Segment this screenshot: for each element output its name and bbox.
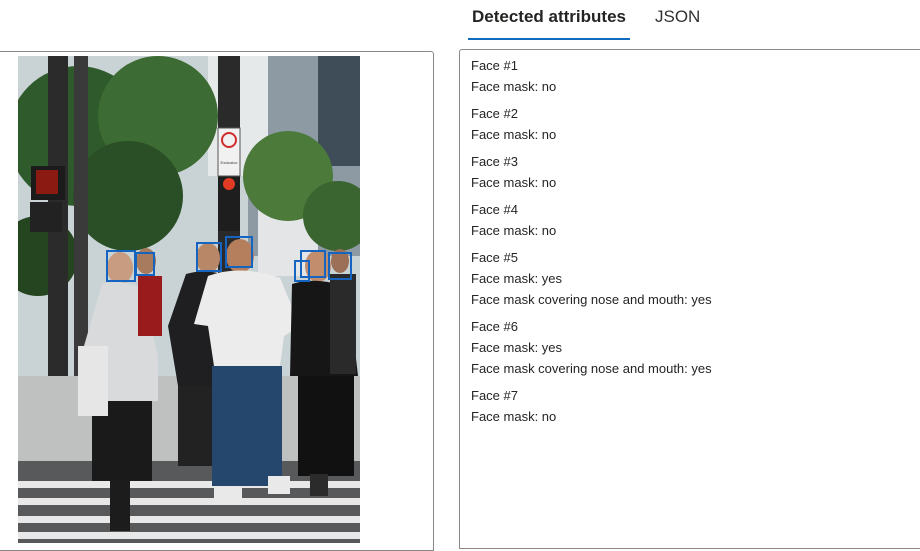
face-title: Face #6 <box>471 319 518 334</box>
face-attributes-4: Face #4 Face mask: no <box>471 199 911 241</box>
sign-text: Exclusivo <box>221 160 239 165</box>
face-attributes-7: Face #7 Face mask: no <box>471 385 911 427</box>
face-attribute-line: Face mask: no <box>471 175 557 190</box>
face-box-6 <box>300 250 326 278</box>
face-title: Face #7 <box>471 388 518 403</box>
street-photo: Exclusivo <box>18 56 360 543</box>
face-title: Face #4 <box>471 202 518 217</box>
face-box-3 <box>196 242 222 272</box>
face-attributes-5: Face #5 Face mask: yes Face mask covering … <box>471 247 911 310</box>
face-attributes-3: Face #3 Face mask: no <box>471 151 911 193</box>
face-attribute-line: Face mask: no <box>471 409 557 424</box>
face-box-2 <box>135 252 155 276</box>
face-attributes-6: Face #6 Face mask: yes Face mask covering … <box>471 316 911 379</box>
face-attributes-2: Face #2 Face mask: no <box>471 103 911 145</box>
face-title: Face #5 <box>471 250 518 265</box>
face-attribute-line: Face mask: no <box>471 79 557 94</box>
face-title: Face #1 <box>471 58 518 73</box>
detected-attributes-list: Face #1 Face mask: no Face #2 Face mask: no… <box>471 55 911 433</box>
face-attribute-line: Face mask: no <box>471 127 557 142</box>
face-box-1 <box>106 250 136 282</box>
face-attribute-line: Face mask: yes <box>471 271 563 286</box>
tab-json[interactable]: JSON <box>655 0 700 38</box>
face-box-4 <box>225 236 253 268</box>
tab-detected-attributes[interactable]: Detected attributes <box>468 0 630 40</box>
face-title: Face #2 <box>471 106 518 121</box>
face-attributes-1: Face #1 Face mask: no <box>471 55 911 97</box>
face-box-7 <box>328 252 352 280</box>
face-attribute-line: Face mask covering nose and mouth: yes <box>471 361 712 376</box>
face-attribute-line: Face mask: no <box>471 223 557 238</box>
face-attribute-line: Face mask: yes <box>471 340 563 355</box>
face-title: Face #3 <box>471 154 518 169</box>
face-attribute-line: Face mask covering nose and mouth: yes <box>471 292 712 307</box>
